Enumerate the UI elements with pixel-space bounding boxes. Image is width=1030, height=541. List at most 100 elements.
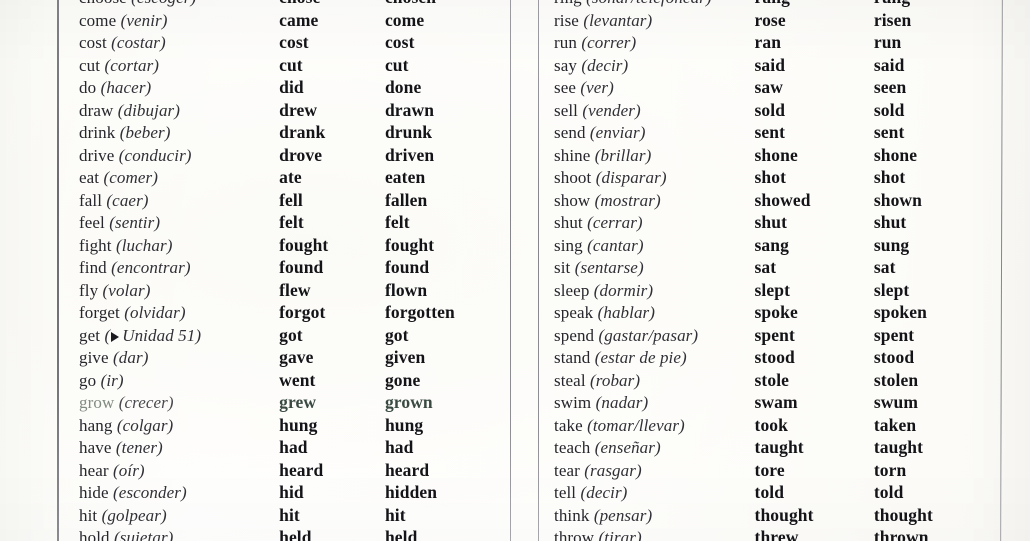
verb-spanish-gloss: (cortar) <box>104 55 160 75</box>
verb-past-participle-cell: slept <box>873 279 910 300</box>
verb-infinitive-cell: drive (conducir) <box>57 146 279 166</box>
verb-row: hold (sujetar) held held <box>57 527 510 541</box>
verb-infinitive-cell: sell (vender) <box>538 101 755 121</box>
verb-infinitive-english: shut <box>554 213 583 232</box>
verb-infinitive-cell: hide (esconder) <box>57 483 279 503</box>
verb-infinitive-english: forget <box>79 303 120 322</box>
verb-row: fight (luchar) fought fought <box>57 235 510 258</box>
verb-row: sing (cantar) sang sung <box>538 235 1001 258</box>
verb-row: shoot (disparar) shot shot <box>538 167 1001 190</box>
verb-row: get (Unidad 51) got got <box>57 325 510 348</box>
verb-row: fly (volar) flew flown <box>57 280 510 303</box>
verb-infinitive-cell: give (dar) <box>57 348 279 368</box>
verb-past-simple-cell: spent <box>754 324 795 345</box>
verb-infinitive-cell: tell (decir) <box>538 483 755 503</box>
verb-infinitive-english: hide <box>79 483 109 502</box>
verb-infinitive-cell: shoot (disparar) <box>538 168 755 188</box>
verb-infinitive-cell: come (venir) <box>57 11 279 31</box>
verb-past-participle-cell: taught <box>873 437 924 457</box>
scanned-page: choose (escoger)chosechosencome (venir)c… <box>0 0 1030 541</box>
verb-infinitive-cell: hold (sujetar) <box>57 528 279 541</box>
verb-spanish-gloss: (robar) <box>590 370 641 390</box>
verb-row: ring (sonar/telefonear)rangrung <box>538 0 1001 10</box>
verb-infinitive-english: draw <box>79 100 114 120</box>
verb-past-participle-cell: come <box>384 9 425 30</box>
verb-unit-reference: (Unidad 51) <box>104 326 201 345</box>
verb-past-simple-cell: threw <box>754 527 799 541</box>
verb-past-participle-cell: forgotten <box>384 302 455 322</box>
verb-spanish-gloss: (sentarse) <box>574 258 644 277</box>
verb-past-participle-cell: fought <box>384 234 435 255</box>
verb-spanish-gloss: (dar) <box>113 348 149 367</box>
verb-infinitive-cell: eat (comer) <box>57 168 279 188</box>
verb-infinitive-cell: fly (volar) <box>57 281 279 301</box>
verb-infinitive-cell: fall (caer) <box>57 191 279 211</box>
verb-infinitive-cell: throw (tirar) <box>538 528 755 541</box>
verb-spanish-gloss: (dibujar) <box>117 100 181 120</box>
verb-spanish-gloss: (nadar) <box>595 393 649 412</box>
verb-spanish-gloss: (costar) <box>111 33 166 52</box>
verb-infinitive-english: do <box>79 78 97 97</box>
verb-row: speak (hablar) spoke spoken <box>538 302 1001 325</box>
verb-past-simple-cell: held <box>279 527 312 541</box>
verb-past-simple-cell: thought <box>754 504 814 525</box>
verb-past-simple-cell: drew <box>279 99 318 120</box>
verb-row: see (ver) saw seen <box>538 77 1001 100</box>
verb-spanish-gloss: (oír) <box>113 460 145 480</box>
verb-spanish-gloss: (venir) <box>120 10 168 30</box>
verb-infinitive-cell: drink (beber) <box>57 123 279 143</box>
verb-spanish-gloss: (hacer) <box>100 78 152 97</box>
verb-spanish-gloss: (decir) <box>580 483 628 502</box>
verb-row: cost (costar) cost cost <box>57 32 510 55</box>
verb-spanish-gloss: (levantar) <box>583 10 653 30</box>
verb-infinitive-english: find <box>79 258 107 277</box>
verb-spanish-gloss: (beber) <box>119 123 171 142</box>
verb-infinitive-english: sit <box>554 258 571 277</box>
verb-infinitive-english: spend <box>554 325 595 345</box>
verb-spanish-gloss: (tirar) <box>598 528 642 541</box>
verb-past-participle-cell: run <box>873 32 902 52</box>
verb-infinitive-english: drink <box>79 123 116 142</box>
verb-infinitive-english: throw <box>554 528 595 541</box>
verb-past-participle-cell: found <box>384 257 430 277</box>
verb-past-participle-cell: cost <box>384 32 415 52</box>
verb-infinitive-english: run <box>554 33 577 52</box>
verb-infinitive-cell: have (tener) <box>57 438 279 458</box>
verb-past-simple-cell: found <box>279 257 324 277</box>
verb-past-simple-cell: sent <box>754 122 786 142</box>
verb-row: go (ir) went gone <box>57 370 510 393</box>
verb-spanish-gloss: (luchar) <box>115 235 173 255</box>
verb-spanish-gloss: (rasgar) <box>584 460 642 480</box>
verb-past-participle-cell: hit <box>384 504 406 525</box>
verb-past-simple-cell: slept <box>754 279 791 300</box>
verb-past-participle-cell: swum <box>873 392 919 412</box>
verb-infinitive-cell: run (correr) <box>538 33 755 53</box>
verb-past-participle-cell: hung <box>384 414 424 435</box>
verb-infinitive-cell: teach (enseñar) <box>538 438 755 458</box>
verb-infinitive-cell: tear (rasgar) <box>538 461 755 481</box>
verb-row: eat (comer) ate eaten <box>57 167 510 190</box>
verb-row: shut (cerrar) shut shut <box>538 212 1001 235</box>
verb-infinitive-english: tell <box>554 483 577 502</box>
verb-spanish-gloss: (caer) <box>106 190 149 210</box>
verb-infinitive-cell: shut (cerrar) <box>538 213 755 233</box>
verb-past-participle-cell: flown <box>384 279 428 300</box>
verb-past-participle-cell: stolen <box>873 369 919 390</box>
verb-infinitive-english: fight <box>79 235 112 255</box>
verb-infinitive-cell: go (ir) <box>57 371 279 391</box>
verb-row: choose (escoger)chosechosen <box>57 0 510 10</box>
verb-infinitive-english: go <box>79 370 97 390</box>
verb-spanish-gloss: (dormir) <box>593 280 654 300</box>
verb-past-simple-cell: told <box>754 482 785 502</box>
verb-past-participle-cell: rung <box>874 0 1001 8</box>
verb-infinitive-cell: find (encontrar) <box>57 258 279 278</box>
verb-infinitive-cell: feel (sentir) <box>57 213 279 233</box>
verb-infinitive-english: hit <box>79 505 98 525</box>
verb-infinitive-cell: sleep (dormir) <box>538 281 755 301</box>
verb-table-left: choose (escoger)chosechosencome (venir)c… <box>57 0 510 541</box>
verb-past-participle-cell: shot <box>873 167 906 187</box>
verb-past-simple-cell: rang <box>755 0 874 8</box>
verb-past-simple-cell: hit <box>279 504 300 525</box>
verb-row: steal (robar) stole stolen <box>538 370 1001 393</box>
verb-past-simple-cell: sat <box>754 257 777 277</box>
